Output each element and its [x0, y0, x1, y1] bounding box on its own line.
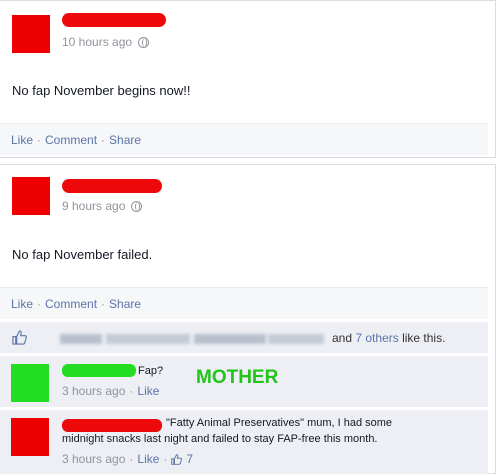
feed-post-2: 9 hours ago No fap November failed. Like…: [0, 164, 496, 474]
separator-dot: ·: [101, 296, 106, 311]
status-text: No fap November failed.: [12, 247, 153, 262]
redacted-liker: [194, 334, 266, 344]
author-name-redacted[interactable]: [62, 13, 166, 27]
profile-avatar-redacted[interactable]: [12, 15, 50, 53]
share-link[interactable]: Share: [109, 297, 141, 311]
comment-timestamp[interactable]: 3 hours ago: [62, 452, 125, 466]
redacted-liker: [268, 334, 324, 344]
post-meta: 9 hours ago: [62, 199, 143, 213]
thumbs-up-icon: [12, 330, 27, 345]
separator-dot: ·: [37, 132, 42, 147]
like-link[interactable]: Like: [11, 133, 33, 147]
redacted-liker: [60, 334, 102, 344]
commenter-avatar-redacted[interactable]: [11, 364, 49, 402]
commenter-avatar-redacted[interactable]: [11, 418, 49, 456]
globe-icon: [131, 200, 143, 212]
likes-summary: and 7 others like this.: [0, 321, 488, 353]
comment-like-count[interactable]: 7: [186, 452, 193, 466]
profile-avatar-redacted[interactable]: [12, 177, 50, 215]
share-link[interactable]: Share: [109, 133, 141, 147]
comment-like-link[interactable]: Like: [137, 384, 159, 398]
status-text: No fap November begins now!!: [12, 83, 191, 98]
comment-link[interactable]: Comment: [45, 133, 97, 147]
others-link[interactable]: 7 others: [355, 331, 398, 345]
separator-dot: ·: [101, 132, 106, 147]
comment-text-line2: midnight snacks last night and failed to…: [62, 433, 378, 445]
post-timestamp[interactable]: 10 hours ago: [62, 35, 132, 49]
post-action-bar: Like · Comment · Share: [0, 123, 488, 155]
separator-dot: ·: [129, 384, 134, 398]
comment-like-link[interactable]: Like: [137, 452, 159, 466]
comment-meta: 3 hours ago · Like: [62, 384, 159, 398]
mother-annotation: MOTHER: [196, 367, 279, 388]
comment-meta: 3 hours ago · Like · 7: [62, 452, 193, 466]
separator-dot: ·: [37, 296, 42, 311]
feed-post-1: 10 hours ago No fap November begins now!…: [0, 0, 496, 158]
globe-icon: [138, 36, 150, 48]
author-name-redacted[interactable]: [62, 179, 162, 193]
comment-text: Fap?: [138, 365, 164, 377]
comment-timestamp[interactable]: 3 hours ago: [62, 384, 125, 398]
comment-text-line1: "Fatty Animal Preservatives" mum, I had …: [166, 417, 393, 429]
comment-item: "Fatty Animal Preservatives" mum, I had …: [0, 409, 488, 474]
separator-dot: ·: [163, 452, 168, 466]
commenter-name-redacted[interactable]: [62, 419, 162, 432]
post-action-bar: Like · Comment · Share: [0, 287, 488, 319]
like-link[interactable]: Like: [11, 297, 33, 311]
post-timestamp[interactable]: 9 hours ago: [62, 199, 125, 213]
comment-link[interactable]: Comment: [45, 297, 97, 311]
likes-text: and 7 others like this.: [332, 331, 446, 345]
redacted-liker: [106, 334, 190, 344]
post-meta: 10 hours ago: [62, 35, 150, 49]
thumbs-up-icon: [171, 453, 183, 465]
comment-item: Fap? MOTHER 3 hours ago · Like: [0, 355, 488, 407]
commenter-name-redacted[interactable]: [62, 364, 136, 377]
separator-dot: ·: [129, 452, 134, 466]
